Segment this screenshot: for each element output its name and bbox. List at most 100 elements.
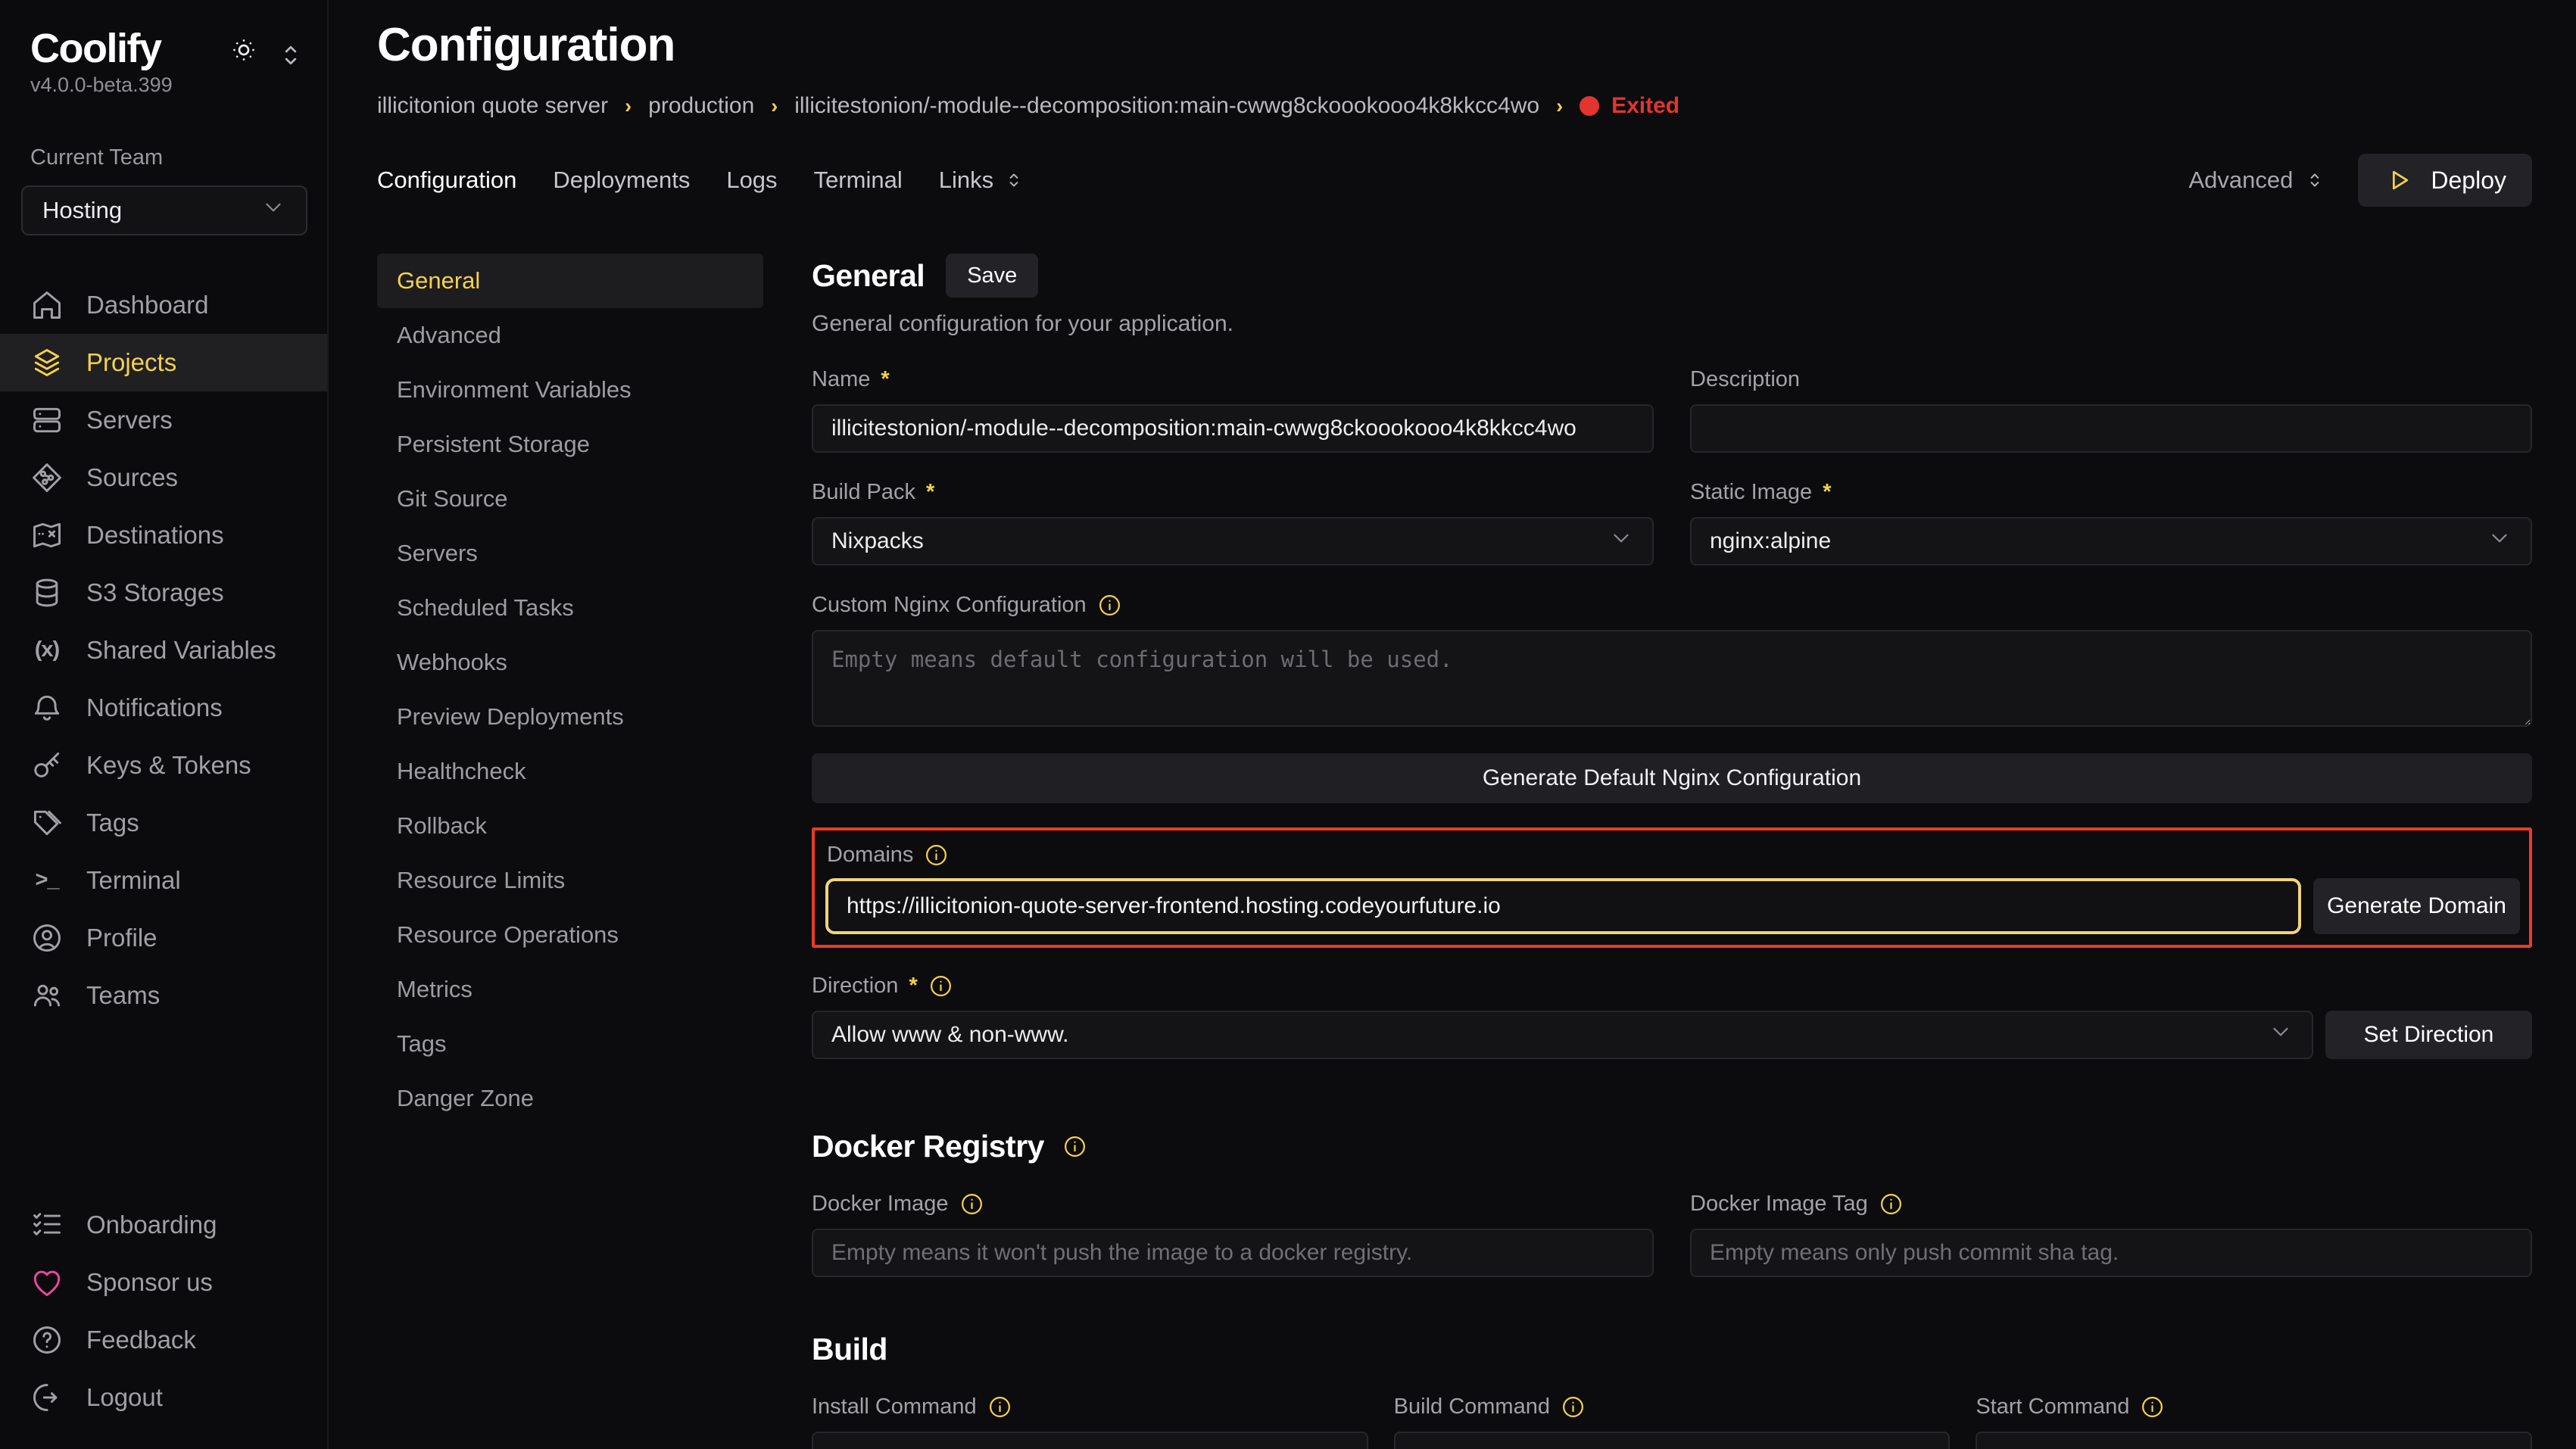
breadcrumb-environment[interactable]: production [648, 93, 754, 119]
generate-domain-button[interactable]: Generate Domain [2313, 878, 2520, 934]
database-icon [30, 576, 64, 609]
sidebar-collapse-icon[interactable] [276, 40, 300, 64]
config-menu-resource-operations[interactable]: Resource Operations [377, 908, 763, 962]
tab-bar: Configuration Deployments Logs Terminal … [377, 154, 2532, 207]
tag-icon [30, 806, 64, 840]
info-icon [1879, 1192, 1904, 1217]
tab-configuration[interactable]: Configuration [377, 167, 516, 194]
help-circle-icon [30, 1323, 64, 1357]
start-command-input[interactable] [1976, 1432, 2532, 1449]
install-command-input[interactable] [812, 1432, 1368, 1449]
status-dot-icon [1580, 96, 1599, 116]
config-menu-servers[interactable]: Servers [377, 526, 763, 581]
sidebar-item-label: Destinations [86, 521, 224, 550]
config-menu-scheduled-tasks[interactable]: Scheduled Tasks [377, 581, 763, 635]
config-menu-rollback[interactable]: Rollback [377, 799, 763, 853]
logout-icon [30, 1381, 64, 1414]
sidebar-item-onboarding[interactable]: Onboarding [0, 1196, 327, 1254]
app-version: v4.0.0-beta.399 [0, 70, 327, 97]
team-select[interactable]: Hosting [21, 185, 307, 235]
user-circle-icon [30, 921, 64, 955]
config-menu-healthcheck[interactable]: Healthcheck [377, 744, 763, 799]
checklist-icon [30, 1208, 64, 1242]
info-icon [924, 843, 949, 868]
domains-label: Domains [827, 843, 913, 868]
config-menu-advanced[interactable]: Advanced [377, 308, 763, 363]
deploy-button[interactable]: Deploy [2358, 154, 2532, 207]
sidebar-item-label: Logout [86, 1383, 163, 1412]
sidebar-item-projects[interactable]: Projects [0, 334, 327, 391]
sidebar-item-label: Sponsor us [86, 1268, 213, 1297]
description-input[interactable] [1690, 404, 2532, 453]
status-badge: Exited [1580, 93, 1679, 119]
generate-nginx-button[interactable]: Generate Default Nginx Configuration [812, 753, 2532, 803]
docker-image-tag-input[interactable] [1690, 1229, 2532, 1277]
config-menu-resource-limits[interactable]: Resource Limits [377, 853, 763, 908]
section-title-docker-registry: Docker Registry [812, 1129, 1044, 1164]
chevron-updown-icon [2303, 169, 2326, 192]
config-menu-persistent-storage[interactable]: Persistent Storage [377, 417, 763, 472]
breadcrumb-application[interactable]: illicitestonion/-module--decomposition:m… [794, 93, 1539, 119]
sidebar-item-shared-variables[interactable]: (x) Shared Variables [0, 622, 327, 679]
sidebar-nav: Dashboard Projects Servers Sources Desti… [0, 276, 327, 1024]
info-icon [1097, 593, 1122, 618]
sidebar-item-profile[interactable]: Profile [0, 909, 327, 967]
build-pack-label: Build Pack [812, 480, 915, 505]
save-button[interactable]: Save [946, 254, 1038, 298]
set-direction-button[interactable]: Set Direction [2325, 1011, 2532, 1059]
tab-deployments[interactable]: Deployments [553, 167, 690, 194]
sidebar-item-s3-storages[interactable]: S3 Storages [0, 564, 327, 622]
sidebar-item-tags[interactable]: Tags [0, 794, 327, 852]
info-icon [1062, 1134, 1087, 1159]
sidebar: Coolify v4.0.0-beta.399 Current Team Hos… [0, 0, 329, 1449]
sidebar-item-sponsor[interactable]: Sponsor us [0, 1254, 327, 1311]
team-select-value: Hosting [42, 197, 122, 224]
sidebar-item-sources[interactable]: Sources [0, 449, 327, 506]
config-menu-tags[interactable]: Tags [377, 1017, 763, 1071]
config-menu-git-source[interactable]: Git Source [377, 472, 763, 526]
layers-icon [30, 346, 64, 379]
docker-image-input[interactable] [812, 1229, 1654, 1277]
sidebar-item-servers[interactable]: Servers [0, 391, 327, 449]
info-icon [987, 1394, 1012, 1419]
sidebar-item-label: Tags [86, 809, 139, 837]
sidebar-item-dashboard[interactable]: Dashboard [0, 276, 327, 334]
app-logo: Coolify [30, 27, 161, 70]
breadcrumb-separator: › [771, 95, 778, 118]
chevron-updown-icon [1003, 169, 1025, 192]
build-pack-select[interactable]: Nixpacks [812, 517, 1654, 566]
config-menu-general[interactable]: General [377, 254, 763, 308]
sidebar-item-terminal[interactable]: >_ Terminal [0, 852, 327, 909]
build-command-input[interactable] [1394, 1432, 1951, 1449]
sidebar-item-keys-tokens[interactable]: Keys & Tokens [0, 737, 327, 794]
breadcrumb-separator: › [625, 95, 632, 118]
sidebar-item-label: Shared Variables [86, 636, 276, 665]
config-menu-environment-variables[interactable]: Environment Variables [377, 363, 763, 417]
sidebar-item-feedback[interactable]: Feedback [0, 1311, 327, 1369]
theme-sun-icon[interactable] [229, 35, 259, 69]
name-input[interactable] [812, 404, 1654, 453]
custom-nginx-textarea[interactable] [812, 630, 2532, 727]
docker-image-tag-label: Docker Image Tag [1690, 1192, 1868, 1217]
sidebar-item-notifications[interactable]: Notifications [0, 679, 327, 737]
static-image-select[interactable]: nginx:alpine [1690, 517, 2532, 566]
domains-input[interactable] [825, 878, 2301, 934]
breadcrumb-project[interactable]: illicitonion quote server [377, 93, 608, 119]
config-menu-webhooks[interactable]: Webhooks [377, 635, 763, 690]
config-menu-metrics[interactable]: Metrics [377, 962, 763, 1017]
info-icon [1561, 1394, 1586, 1419]
tab-terminal[interactable]: Terminal [814, 167, 903, 194]
breadcrumb: illicitonion quote server › production ›… [377, 93, 2532, 119]
chevron-down-icon [2268, 1019, 2294, 1051]
sidebar-item-teams[interactable]: Teams [0, 967, 327, 1024]
docker-image-label: Docker Image [812, 1192, 949, 1217]
sidebar-item-logout[interactable]: Logout [0, 1369, 327, 1426]
direction-select[interactable]: Allow www & non-www. [812, 1011, 2313, 1059]
advanced-dropdown[interactable]: Advanced [2189, 167, 2327, 194]
config-menu-preview-deployments[interactable]: Preview Deployments [377, 690, 763, 744]
tab-logs[interactable]: Logs [726, 167, 777, 194]
sidebar-item-destinations[interactable]: Destinations [0, 506, 327, 564]
sidebar-item-label: Profile [86, 924, 157, 952]
config-menu-danger-zone[interactable]: Danger Zone [377, 1071, 763, 1126]
tab-links[interactable]: Links [939, 167, 1025, 194]
